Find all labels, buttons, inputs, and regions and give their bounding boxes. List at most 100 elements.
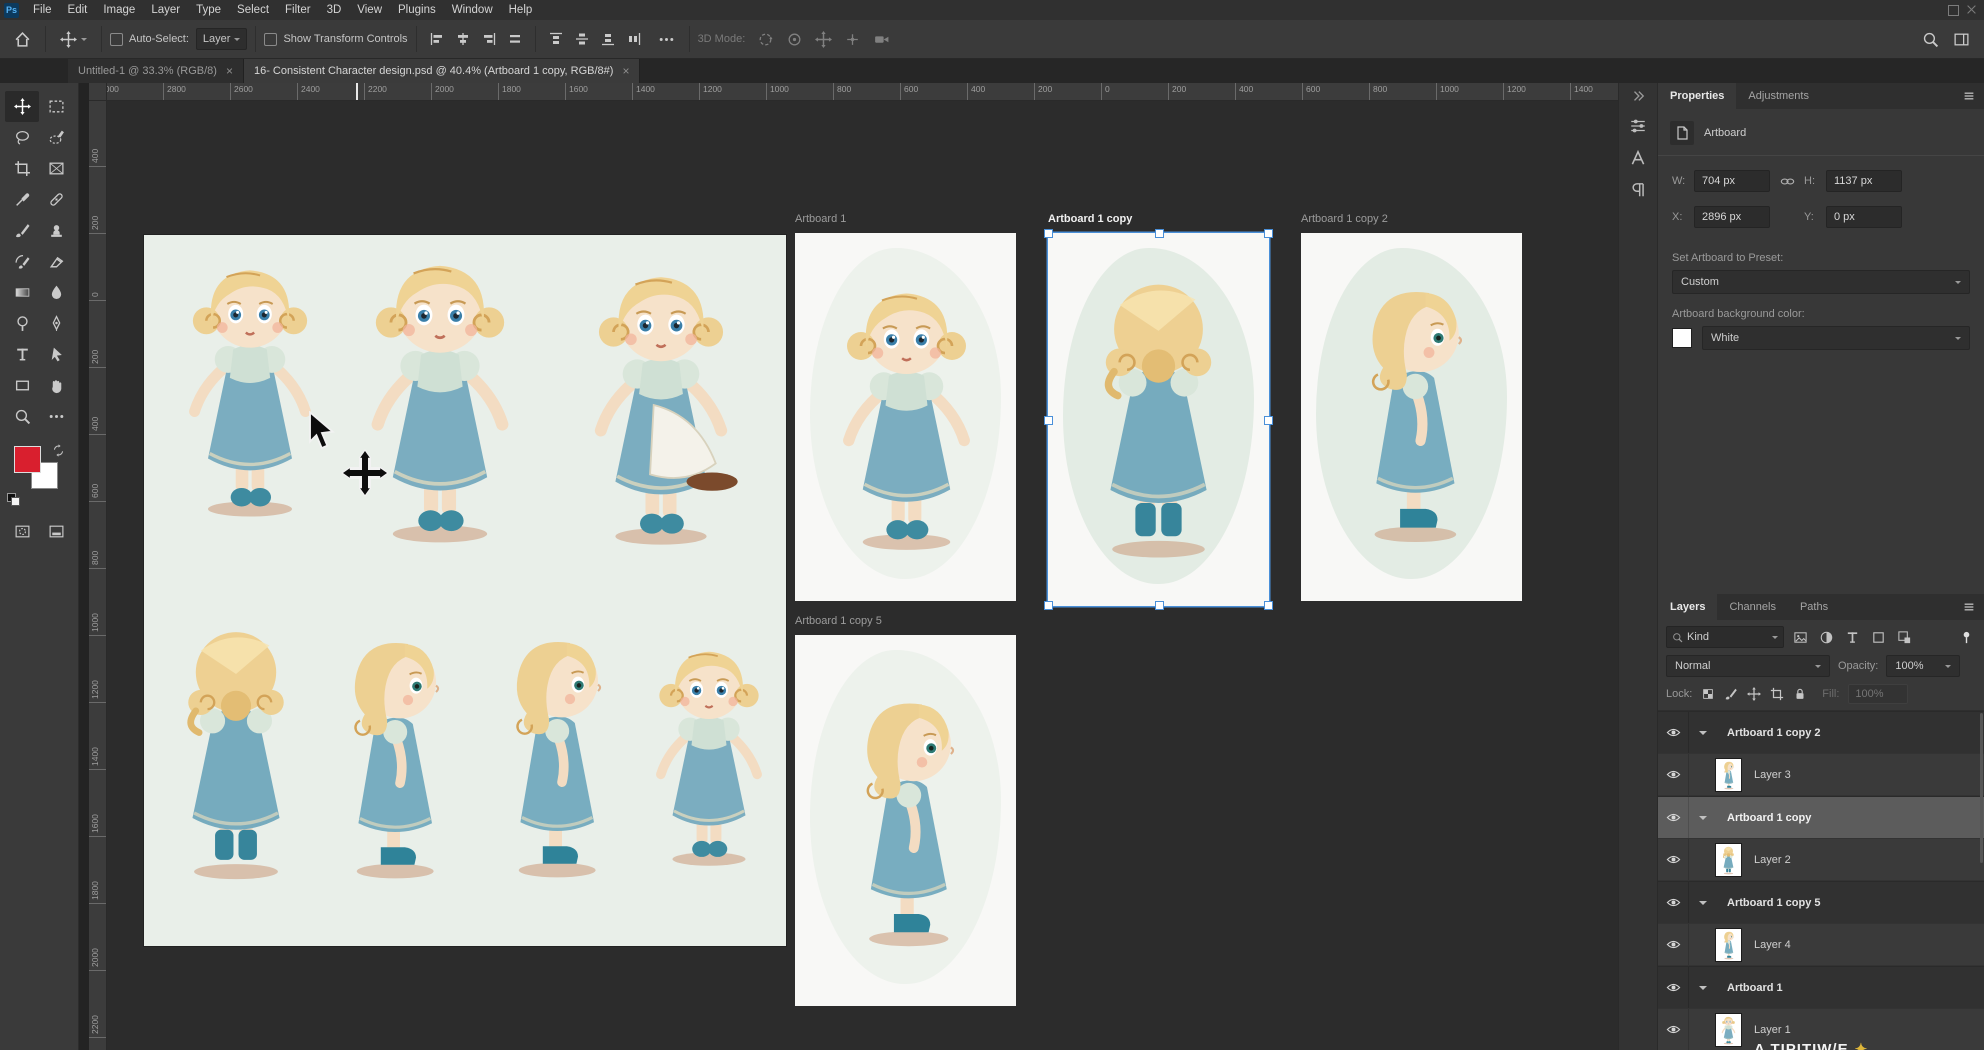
quick-mask-button[interactable] bbox=[5, 516, 39, 546]
tab-paths[interactable]: Paths bbox=[1788, 594, 1840, 620]
visibility-toggle[interactable] bbox=[1658, 967, 1689, 1008]
more-align-options-button[interactable] bbox=[652, 25, 681, 53]
object-selection-tool[interactable] bbox=[39, 122, 73, 153]
swap-colors-icon[interactable] bbox=[52, 444, 65, 457]
gradient-tool[interactable] bbox=[5, 277, 39, 308]
auto-select-checkbox[interactable] bbox=[110, 33, 123, 46]
tab-channels[interactable]: Channels bbox=[1717, 594, 1787, 620]
3d-camera-icon[interactable] bbox=[873, 31, 890, 48]
lock-all-icon[interactable] bbox=[1793, 687, 1807, 701]
chevron-down-icon[interactable] bbox=[1699, 901, 1707, 909]
scrollbar[interactable] bbox=[1980, 713, 1983, 863]
search-icon[interactable] bbox=[1922, 31, 1939, 48]
canvas-area[interactable]: 3000280026002400220020001800160014001200… bbox=[79, 83, 1618, 1050]
type-tool[interactable] bbox=[5, 339, 39, 370]
menu-item[interactable]: Layer bbox=[143, 4, 188, 16]
default-colors-icon[interactable] bbox=[7, 493, 20, 506]
filter-adjustment-layers-icon[interactable] bbox=[1816, 627, 1836, 647]
blur-tool[interactable] bbox=[39, 277, 73, 308]
tab-properties[interactable]: Properties bbox=[1658, 83, 1736, 109]
foreground-color-swatch[interactable] bbox=[14, 446, 41, 473]
transform-handle[interactable] bbox=[1264, 416, 1273, 425]
paragraph-panel-icon[interactable] bbox=[1629, 181, 1647, 199]
eraser-tool[interactable] bbox=[39, 246, 73, 277]
tab-layers[interactable]: Layers bbox=[1658, 594, 1717, 620]
align-middle-icon[interactable] bbox=[574, 31, 590, 47]
blend-mode-dropdown[interactable]: Normal bbox=[1666, 655, 1830, 677]
menu-item[interactable]: Select bbox=[229, 4, 277, 16]
workspace-switcher-icon[interactable] bbox=[1953, 31, 1970, 48]
lock-image-pixels-icon[interactable] bbox=[1724, 687, 1738, 701]
character-panel-icon[interactable] bbox=[1629, 149, 1647, 167]
chevron-down-icon[interactable] bbox=[1699, 731, 1707, 739]
fill-value-field[interactable]: 100% bbox=[1848, 684, 1908, 704]
lock-position-icon[interactable] bbox=[1747, 687, 1761, 701]
filter-smart-objects-icon[interactable] bbox=[1894, 627, 1914, 647]
layer-row[interactable]: Artboard 1 copy bbox=[1658, 796, 1984, 839]
dodge-tool[interactable] bbox=[5, 308, 39, 339]
x-field[interactable]: 2896 px bbox=[1694, 206, 1770, 228]
visibility-toggle[interactable] bbox=[1658, 712, 1689, 753]
panel-menu-icon[interactable] bbox=[1962, 83, 1984, 109]
path-selection-tool[interactable] bbox=[39, 339, 73, 370]
transform-handle[interactable] bbox=[1044, 229, 1053, 238]
layer-row[interactable]: Artboard 1 copy 5 bbox=[1658, 881, 1984, 924]
expand-panels-icon[interactable] bbox=[1631, 89, 1645, 103]
visibility-toggle[interactable] bbox=[1658, 754, 1689, 795]
close-icon[interactable] bbox=[1967, 5, 1976, 14]
menu-item[interactable]: Plugins bbox=[390, 4, 444, 16]
artboard-1-copy-2[interactable] bbox=[1301, 233, 1522, 601]
filter-type-layers-icon[interactable] bbox=[1842, 627, 1862, 647]
brush-tool[interactable] bbox=[5, 215, 39, 246]
tab-adjustments[interactable]: Adjustments bbox=[1736, 83, 1821, 109]
menu-item[interactable]: Help bbox=[501, 4, 541, 16]
align-bottom-icon[interactable] bbox=[600, 31, 616, 47]
lasso-tool[interactable] bbox=[5, 122, 39, 153]
maximize-icon[interactable] bbox=[1948, 5, 1959, 16]
visibility-toggle[interactable] bbox=[1658, 1009, 1689, 1050]
transform-handle[interactable] bbox=[1155, 601, 1164, 610]
artboard-1-copy[interactable] bbox=[1048, 233, 1269, 606]
distribute-horizontal-icon[interactable] bbox=[507, 31, 523, 47]
home-button[interactable] bbox=[8, 25, 37, 53]
filter-toggle-icon[interactable] bbox=[1956, 627, 1976, 647]
close-tab-icon[interactable]: × bbox=[622, 64, 629, 78]
close-tab-icon[interactable]: × bbox=[226, 64, 233, 78]
transform-handle[interactable] bbox=[1264, 229, 1273, 238]
visibility-toggle[interactable] bbox=[1658, 797, 1689, 838]
filter-shape-layers-icon[interactable] bbox=[1868, 627, 1888, 647]
align-right-icon[interactable] bbox=[481, 31, 497, 47]
artboard-label[interactable]: Artboard 1 copy 2 bbox=[1301, 213, 1388, 225]
transform-handle[interactable] bbox=[1044, 416, 1053, 425]
width-field[interactable]: 704 px bbox=[1694, 170, 1770, 192]
crop-tool[interactable] bbox=[5, 153, 39, 184]
3d-orbit-icon[interactable] bbox=[757, 31, 774, 48]
artboard-label[interactable]: Artboard 1 copy 5 bbox=[795, 615, 882, 627]
y-field[interactable]: 0 px bbox=[1826, 206, 1902, 228]
rectangular-marquee-tool[interactable] bbox=[39, 91, 73, 122]
menu-item[interactable]: View bbox=[349, 4, 390, 16]
menu-item[interactable]: File bbox=[25, 4, 60, 16]
lock-artboard-icon[interactable] bbox=[1770, 687, 1784, 701]
layer-row[interactable]: Layer 2 bbox=[1658, 839, 1984, 881]
clone-stamp-tool[interactable] bbox=[39, 215, 73, 246]
panel-menu-icon[interactable] bbox=[1962, 594, 1984, 620]
layer-row[interactable]: Artboard 1 copy 2 bbox=[1658, 711, 1984, 754]
transform-handle[interactable] bbox=[1155, 229, 1164, 238]
rectangle-tool[interactable] bbox=[5, 370, 39, 401]
move-tool[interactable] bbox=[5, 91, 39, 122]
zoom-tool[interactable] bbox=[5, 401, 39, 432]
link-dimensions-icon[interactable] bbox=[1770, 174, 1804, 189]
menu-item[interactable]: 3D bbox=[319, 4, 350, 16]
artboard-preset-dropdown[interactable]: Custom bbox=[1672, 270, 1970, 294]
artboard-bg-color-dropdown[interactable]: White bbox=[1702, 326, 1970, 350]
menu-item[interactable]: Edit bbox=[60, 4, 96, 16]
layer-row[interactable]: Artboard 1 bbox=[1658, 966, 1984, 1009]
align-center-horizontal-icon[interactable] bbox=[455, 31, 471, 47]
history-brush-tool[interactable] bbox=[5, 246, 39, 277]
healing-brush-tool[interactable] bbox=[39, 184, 73, 215]
edit-toolbar[interactable] bbox=[39, 401, 73, 432]
menu-item[interactable]: Filter bbox=[277, 4, 319, 16]
align-left-icon[interactable] bbox=[429, 31, 445, 47]
3d-roll-icon[interactable] bbox=[786, 31, 803, 48]
